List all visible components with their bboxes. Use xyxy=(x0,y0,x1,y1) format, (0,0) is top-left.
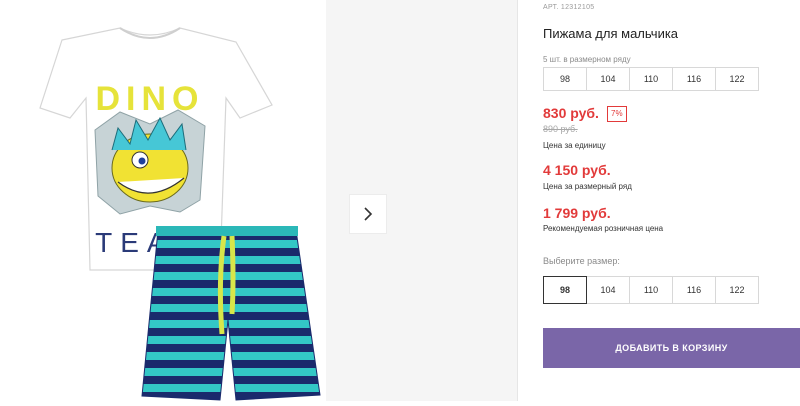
product-title: Пижама для мальчика xyxy=(543,26,679,41)
size-picker: 98 104 110 116 122 xyxy=(543,276,759,304)
discount-badge: 7% xyxy=(607,106,627,122)
add-to-cart-button[interactable]: ДОБАВИТЬ В КОРЗИНУ xyxy=(543,328,800,368)
product-photo[interactable]: DINO TEAM xyxy=(0,0,326,401)
size-option-98[interactable]: 98 xyxy=(543,276,587,304)
row-price-label: Цена за размерный ряд xyxy=(543,182,632,191)
product-sku: АРТ. 12312105 xyxy=(543,4,595,11)
pack-size: 116 xyxy=(672,67,716,91)
size-option-122[interactable]: 122 xyxy=(715,276,759,304)
pack-size: 98 xyxy=(543,67,587,91)
size-option-110[interactable]: 110 xyxy=(629,276,673,304)
pack-sizes: 98 104 110 116 122 xyxy=(543,67,759,91)
size-option-104[interactable]: 104 xyxy=(586,276,630,304)
pack-size: 104 xyxy=(586,67,630,91)
chevron-right-icon xyxy=(364,207,373,221)
unit-price-label: Цена за единицу xyxy=(543,141,606,150)
pack-caption: 5 шт. в размерном ряду xyxy=(543,55,631,64)
pack-size: 110 xyxy=(629,67,673,91)
unit-price: 830 руб. xyxy=(543,105,599,121)
size-option-116[interactable]: 116 xyxy=(672,276,716,304)
next-image-button[interactable] xyxy=(349,194,387,234)
row-price: 4 150 руб. xyxy=(543,162,611,178)
pajama-illustration: DINO TEAM xyxy=(39,27,321,401)
old-price: 890 руб. xyxy=(543,124,578,134)
size-picker-label: Выберите размер: xyxy=(543,256,620,266)
product-gallery: DINO TEAM xyxy=(0,0,517,401)
panel-divider xyxy=(517,0,518,401)
pack-size: 122 xyxy=(715,67,759,91)
retail-price: 1 799 руб. xyxy=(543,205,611,221)
shirt-print-top: DINO xyxy=(96,80,205,118)
retail-price-label: Рекомендуемая розничная цена xyxy=(543,224,664,233)
